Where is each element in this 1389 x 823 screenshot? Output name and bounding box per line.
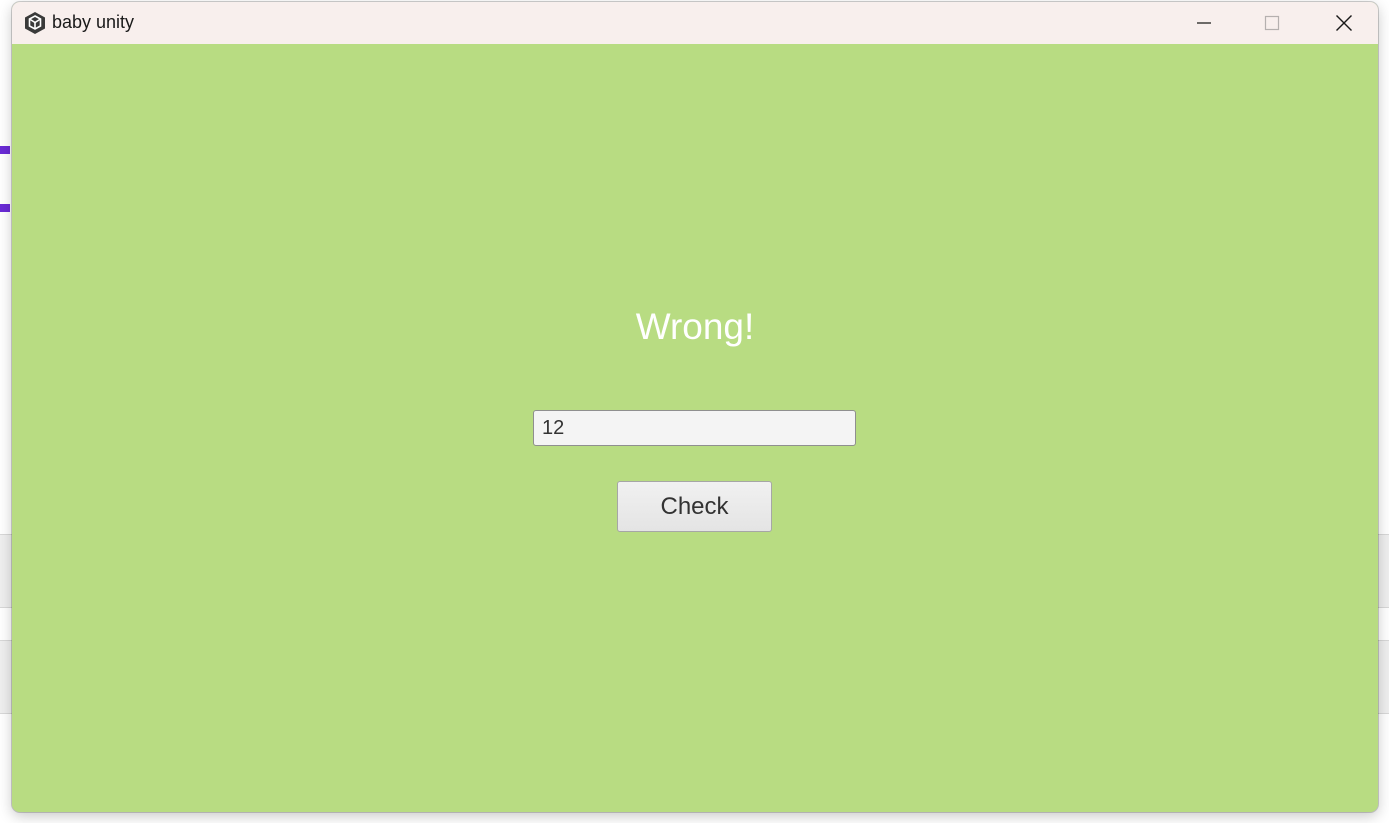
window-title: baby unity (52, 12, 135, 32)
close-icon (1336, 15, 1352, 31)
minimize-icon (1197, 22, 1211, 24)
app-window: baby unity Wrong! Check (12, 2, 1378, 812)
unity-logo-icon (25, 12, 45, 34)
maximize-button[interactable] (1238, 2, 1306, 44)
check-button[interactable]: Check (617, 481, 772, 532)
minimize-button[interactable] (1170, 2, 1238, 44)
background-app-shape (0, 146, 10, 212)
answer-input[interactable] (533, 410, 856, 446)
game-view: Wrong! Check (12, 44, 1378, 812)
result-message: Wrong! (635, 306, 755, 347)
title-bar[interactable]: baby unity (12, 2, 1378, 44)
close-button[interactable] (1310, 2, 1378, 44)
maximize-icon (1264, 15, 1280, 31)
